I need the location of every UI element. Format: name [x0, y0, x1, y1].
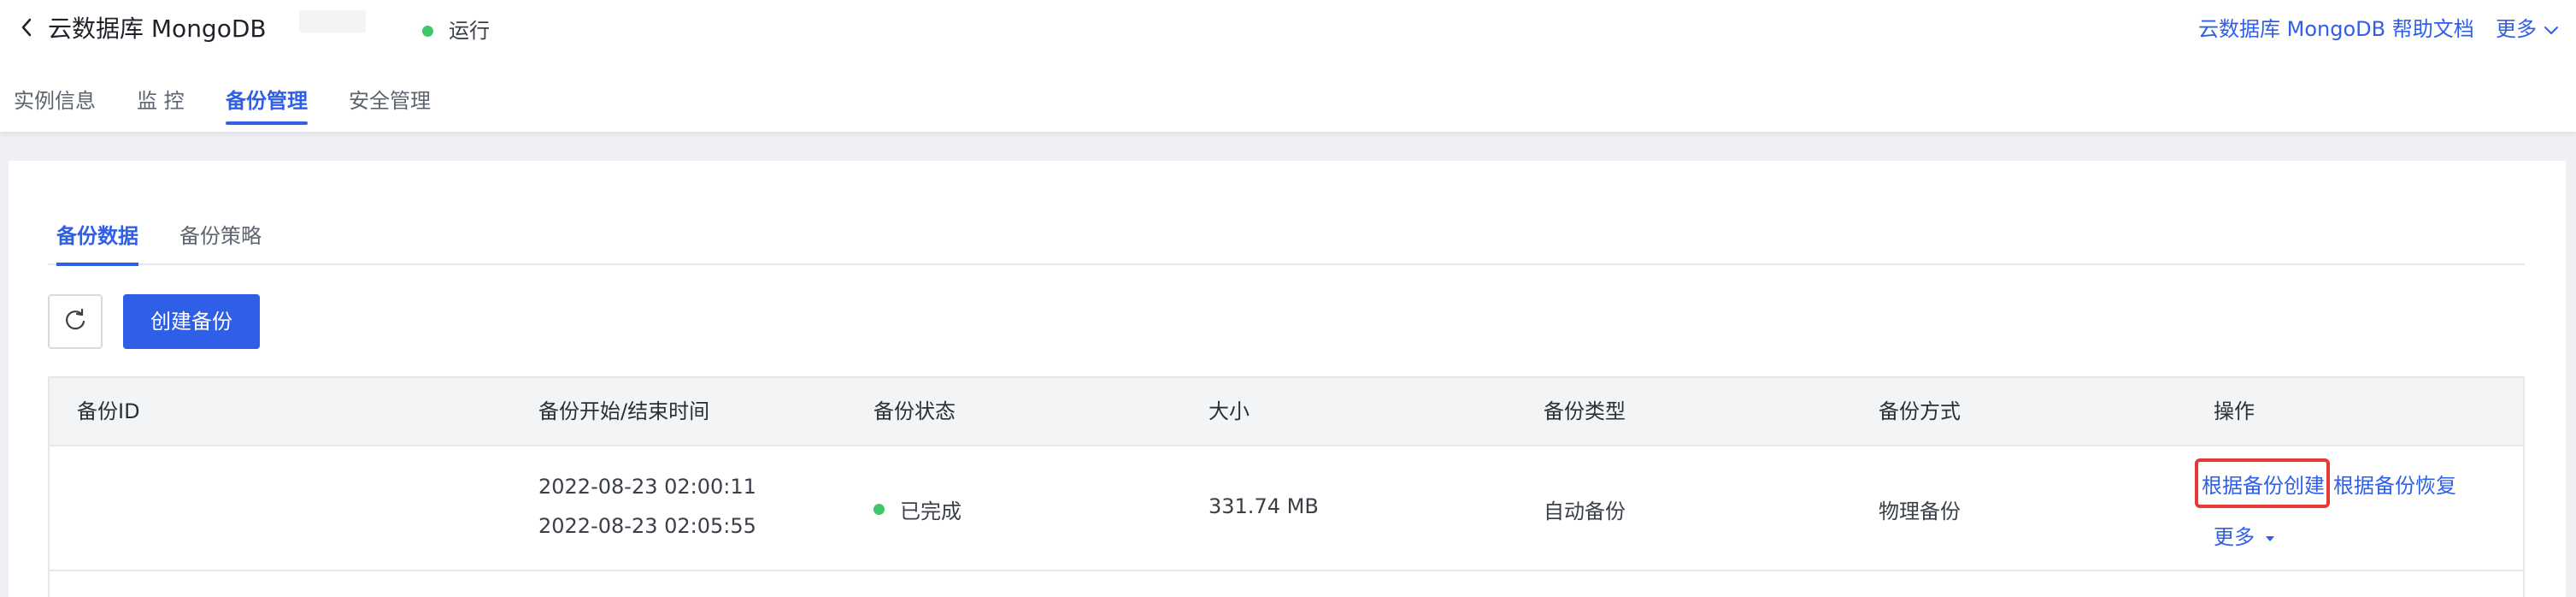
- backup-type-cell: 自动备份: [1544, 499, 1626, 523]
- backup-status-text: 已完成: [900, 499, 962, 523]
- restore-from-backup-link[interactable]: 根据备份恢复: [2333, 469, 2456, 499]
- tab-security-management[interactable]: 安全管理: [349, 82, 431, 120]
- create-from-backup-link[interactable]: 根据备份创建: [2202, 469, 2325, 499]
- status-dot-icon: [873, 504, 885, 515]
- status-dot-icon: [422, 25, 433, 37]
- refresh-icon: [62, 307, 88, 336]
- backup-status-cell: 已完成: [873, 494, 962, 524]
- chevron-left-icon: [20, 17, 33, 41]
- caret-down-icon: [2265, 523, 2275, 547]
- chevron-down-icon: [2544, 15, 2559, 43]
- row-more-label: 更多: [2214, 525, 2255, 549]
- backup-panel: 备份数据 备份策略 创建备份 备份ID 备份开始/结束时间 备份状态 大小 备份…: [9, 161, 2566, 597]
- column-header-method: 备份方式: [1879, 399, 1961, 423]
- column-header-type: 备份类型: [1544, 399, 1626, 423]
- column-header-backup-id: 备份ID: [77, 399, 140, 423]
- row-more-button[interactable]: 更多: [2214, 520, 2275, 550]
- backup-method-cell: 物理备份: [1879, 499, 1961, 523]
- backup-sub-tabs: 备份数据 备份策略: [48, 219, 2525, 266]
- status-text: 运行: [449, 19, 490, 43]
- top-bar: 云数据库 MongoDB 运行 云数据库 MongoDB 帮助文档 更多 实例信…: [0, 0, 2576, 132]
- backup-end-time: 2022-08-23 02:05:55: [538, 514, 756, 538]
- subtab-backup-policy[interactable]: 备份策略: [179, 219, 262, 253]
- back-button[interactable]: [14, 12, 39, 46]
- backup-size-cell: 331.74 MB: [1209, 494, 1319, 518]
- column-header-time: 备份开始/结束时间: [538, 399, 710, 423]
- column-header-status: 备份状态: [873, 399, 956, 423]
- backup-time-cell: 2022-08-23 02:00:11 2022-08-23 02:05:55: [538, 467, 756, 546]
- tab-backup-management[interactable]: 备份管理: [226, 82, 308, 125]
- backup-start-time: 2022-08-23 02:00:11: [538, 475, 756, 499]
- tab-monitor[interactable]: 监 控: [137, 82, 185, 120]
- tab-instance-info[interactable]: 实例信息: [14, 82, 96, 120]
- column-header-actions: 操作: [2214, 399, 2255, 423]
- subtab-backup-data[interactable]: 备份数据: [56, 219, 138, 266]
- help-doc-link[interactable]: 云数据库 MongoDB 帮助文档: [2198, 15, 2474, 43]
- refresh-button[interactable]: [48, 294, 103, 349]
- instance-id-mask: [299, 10, 366, 33]
- create-backup-button[interactable]: 创建备份: [123, 294, 260, 349]
- table-row: 2022-08-23 02:00:11 2022-08-23 02:05:55 …: [50, 446, 2523, 571]
- more-menu-label: 更多: [2496, 17, 2537, 41]
- table-header: 备份ID 备份开始/结束时间 备份状态 大小 备份类型 备份方式 操作: [50, 378, 2523, 446]
- page-title: 云数据库 MongoDB: [48, 15, 267, 43]
- instance-status: 运行: [422, 17, 490, 44]
- backup-table: 备份ID 备份开始/结束时间 备份状态 大小 备份类型 备份方式 操作 2022…: [48, 376, 2525, 597]
- column-header-size: 大小: [1209, 399, 1250, 423]
- more-menu-button[interactable]: 更多: [2496, 15, 2559, 43]
